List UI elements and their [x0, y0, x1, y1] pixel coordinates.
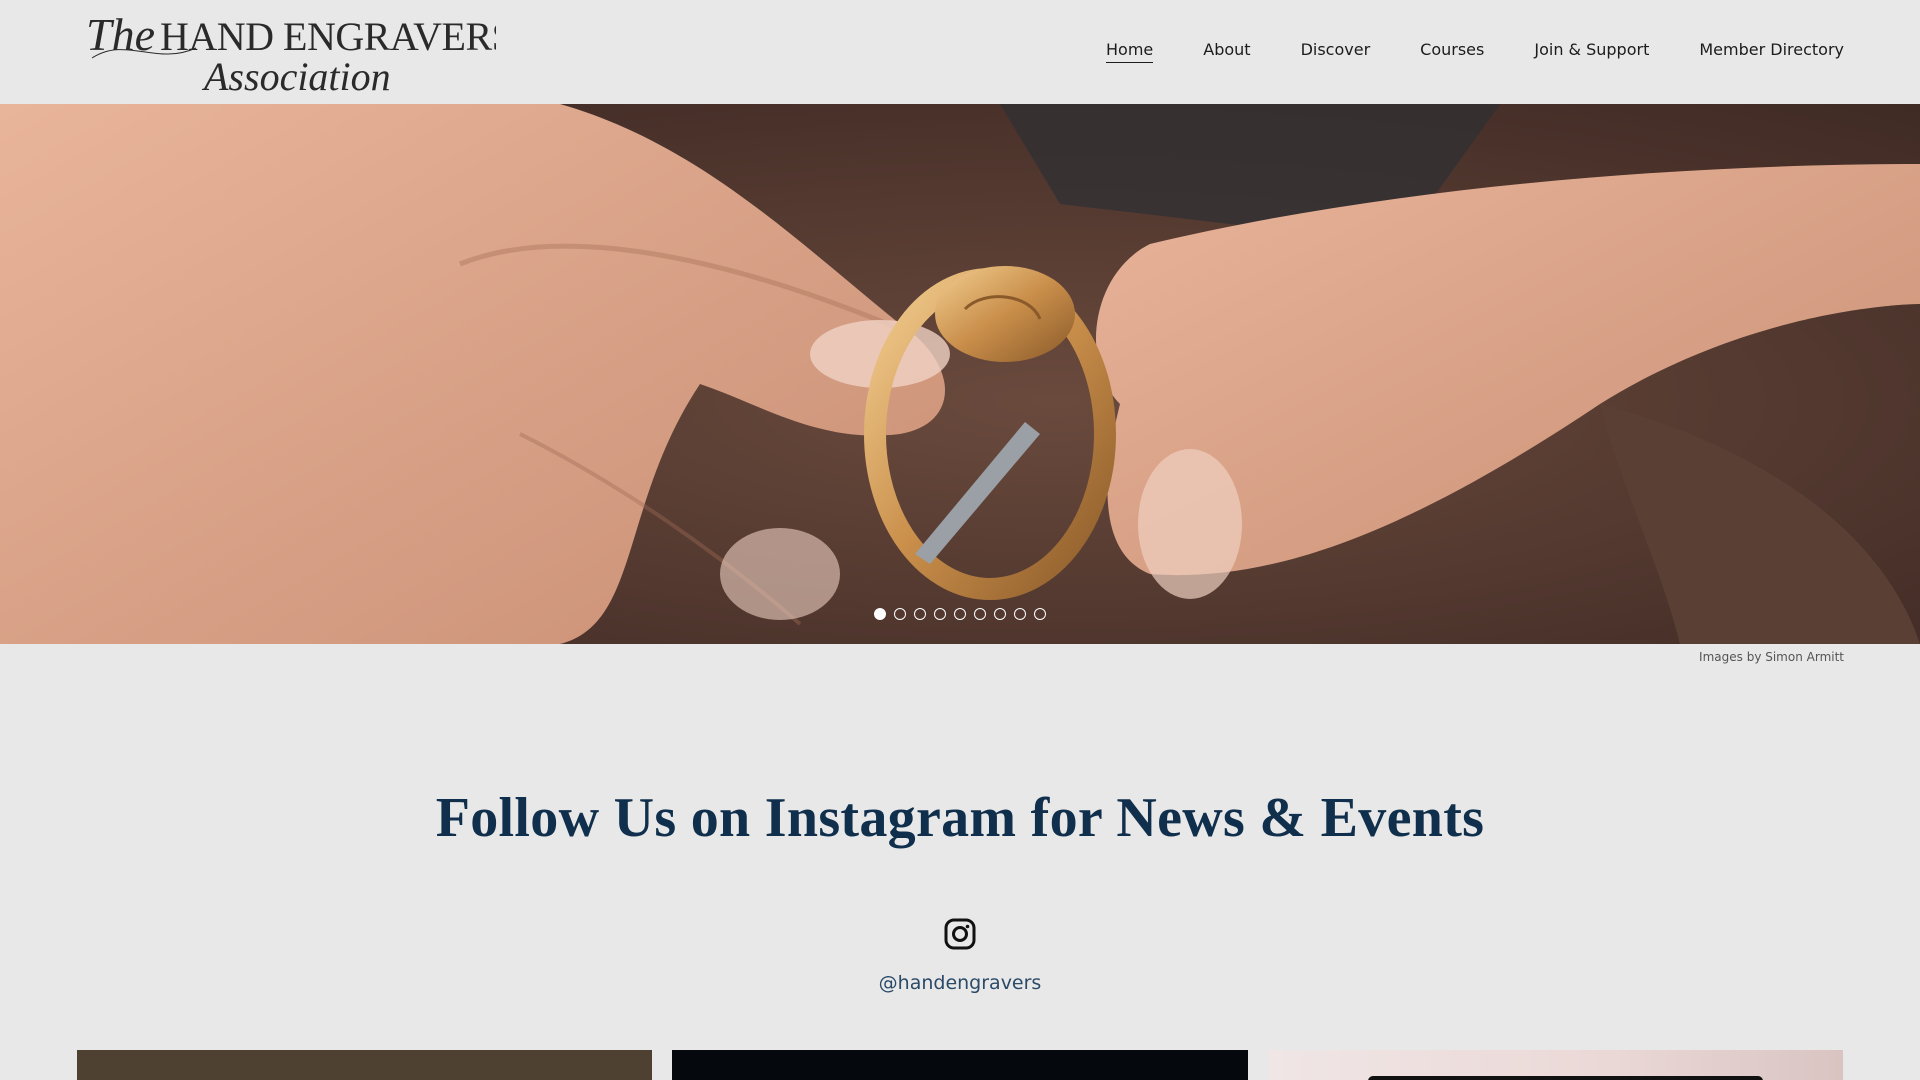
nav-join-support[interactable]: Join & Support [1534, 40, 1649, 63]
logo-main-text: HAND ENGRAVERS [160, 14, 496, 59]
instagram-handle-link[interactable]: @handengravers [0, 972, 1920, 994]
slide-dot[interactable] [994, 608, 1006, 620]
slide-dot[interactable] [914, 608, 926, 620]
instagram-post[interactable] [672, 1050, 1248, 1080]
slide-dot[interactable] [934, 608, 946, 620]
instagram-icon[interactable] [944, 918, 976, 950]
site-header: The HAND ENGRAVERS Association Home Abou… [0, 0, 1920, 104]
slide-dot[interactable] [1014, 608, 1026, 620]
nav-courses[interactable]: Courses [1420, 40, 1484, 63]
slide-dot[interactable] [874, 608, 886, 620]
hero-image [0, 104, 1920, 644]
slide-dot[interactable] [954, 608, 966, 620]
slide-dot[interactable] [974, 608, 986, 620]
nav-about[interactable]: About [1203, 40, 1250, 63]
instagram-feed [77, 1050, 1843, 1080]
nav-member-directory[interactable]: Member Directory [1699, 40, 1844, 63]
slide-indicators [0, 608, 1920, 620]
instagram-post[interactable] [1267, 1050, 1843, 1080]
instagram-post[interactable] [77, 1050, 653, 1080]
slide-dot[interactable] [894, 608, 906, 620]
nav-home[interactable]: Home [1106, 40, 1154, 63]
hero-slideshow[interactable] [0, 104, 1920, 644]
nav-discover[interactable]: Discover [1301, 40, 1371, 63]
site-logo[interactable]: The HAND ENGRAVERS Association [86, 6, 514, 99]
main-nav: Home About Discover Courses Join & Suppo… [1056, 40, 1844, 63]
image-credit: Images by Simon Armitt [1699, 650, 1844, 664]
logo-script-association: Association [201, 54, 391, 98]
logo-graphic: The HAND ENGRAVERS Association [86, 9, 514, 99]
slide-dot[interactable] [1034, 608, 1046, 620]
instagram-section-title: Follow Us on Instagram for News & Events [435, 787, 1485, 849]
